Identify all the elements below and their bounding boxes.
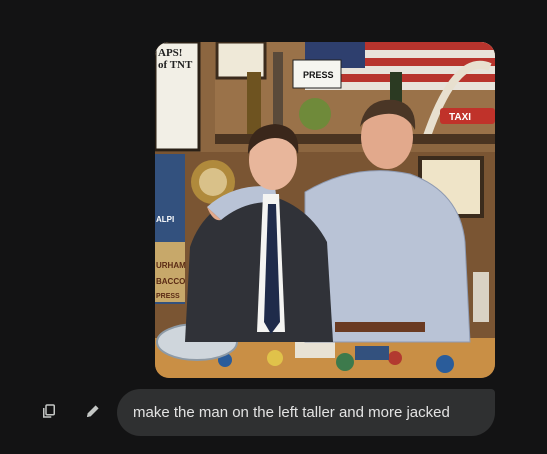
pencil-icon <box>87 405 99 417</box>
chat-page: APS! of TNT PRESS TAXI ALPI URHAM BACCO … <box>0 0 547 454</box>
poster-left-text: ALPI <box>156 215 174 224</box>
copy-button[interactable] <box>37 399 61 423</box>
taxi-sign: TAXI <box>449 112 471 123</box>
press-sign: PRESS <box>303 70 334 80</box>
poster-left-text-3: BACCO <box>156 277 185 286</box>
user-prompt-text: make the man on the left taller and more… <box>133 403 450 421</box>
uploaded-photo[interactable]: APS! of TNT PRESS TAXI ALPI URHAM BACCO … <box>155 42 495 378</box>
poster-left-text-4: PRESS <box>156 293 180 300</box>
photo-scene: APS! of TNT PRESS TAXI ALPI URHAM BACCO … <box>155 42 495 378</box>
user-prompt-bubble: make the man on the left taller and more… <box>117 389 495 436</box>
copy-icon <box>43 404 55 418</box>
poster-left-text-2: URHAM <box>156 261 186 270</box>
edit-button[interactable] <box>81 399 105 423</box>
